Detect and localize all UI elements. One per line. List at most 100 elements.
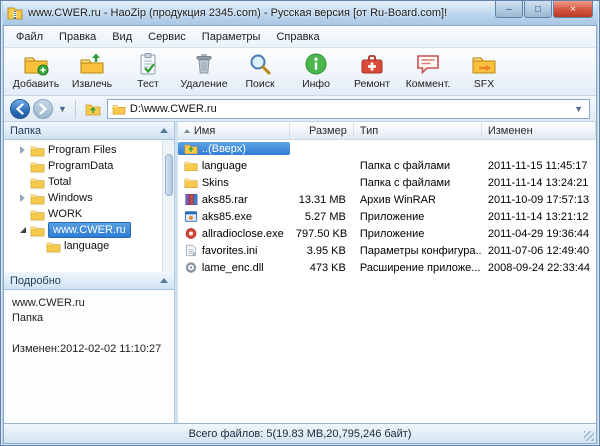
file-modified: 2011-04-29 19:36:44: [482, 228, 596, 240]
search-button[interactable]: Поиск: [232, 50, 288, 94]
address-dropdown-icon[interactable]: ▼: [572, 104, 585, 114]
maximize-button[interactable]: □: [524, 1, 552, 18]
file-row-aks85-rar[interactable]: aks85.rar 13.31 MB Архив WinRAR 2011-10-…: [178, 191, 596, 208]
file-row-up[interactable]: ..(Вверх): [178, 140, 596, 157]
file-row-lame-enc-dll[interactable]: lame_enc.dll 473 KB Расширение приложе..…: [178, 259, 596, 276]
tree-item-total[interactable]: Total: [4, 174, 162, 190]
back-button[interactable]: [10, 99, 30, 119]
collapse-panel-icon[interactable]: [160, 278, 168, 283]
folder-icon: [30, 208, 45, 221]
file-type: Расширение приложе...: [354, 262, 482, 274]
up-one-level-button[interactable]: [82, 99, 104, 119]
tree-item-label: Windows: [48, 192, 93, 204]
folder-icon: [184, 159, 198, 172]
title-bar[interactable]: www.CWER.ru - HaoZip (продукция 2345.com…: [3, 1, 597, 25]
comment-icon: [415, 51, 441, 77]
address-path[interactable]: D:\www.CWER.ru: [130, 103, 568, 115]
tree-scrollbar-thumb[interactable]: [165, 154, 173, 196]
sort-ascending-icon: [184, 129, 190, 133]
application-icon: [184, 210, 198, 223]
menu-view[interactable]: Вид: [104, 28, 140, 46]
add-button[interactable]: Добавить: [8, 50, 64, 94]
add-button-label: Добавить: [13, 78, 59, 90]
status-bar: Всего файлов: 5(19.83 MB,20,795,246 байт…: [4, 423, 596, 443]
tree-item-program-files[interactable]: Program Files: [4, 142, 162, 158]
add-archive-icon: [23, 51, 49, 77]
sfx-icon: [471, 51, 497, 77]
details-name: www.CWER.ru: [12, 296, 166, 311]
tree-item-cwer[interactable]: www.CWER.ru: [4, 222, 162, 238]
test-button[interactable]: Тест: [120, 50, 176, 94]
folder-up-icon: [184, 142, 198, 155]
menu-options[interactable]: Параметры: [194, 28, 269, 46]
close-button[interactable]: ×: [553, 1, 593, 18]
forward-arrow-icon: [37, 103, 49, 115]
file-type: Приложение: [354, 228, 482, 240]
minimize-button[interactable]: –: [495, 1, 523, 18]
window-frame: Файл Правка Вид Сервис Параметры Справка…: [3, 25, 597, 444]
column-header-type[interactable]: Тип: [354, 122, 482, 139]
ini-file-icon: [184, 244, 198, 257]
file-modified: 2011-11-14 13:21:12: [482, 211, 596, 223]
comment-button[interactable]: Коммент.: [400, 50, 456, 94]
file-modified: 2011-11-15 11:45:17: [482, 160, 596, 172]
file-type: Папка с файлами: [354, 160, 482, 172]
menu-file[interactable]: Файл: [8, 28, 51, 46]
file-row-allradioclose[interactable]: allradioclose.exe 797.50 KB Приложение 2…: [178, 225, 596, 242]
tree-item-language[interactable]: language: [4, 238, 162, 254]
file-size: 473 KB: [290, 262, 354, 274]
tree-item-programdata[interactable]: ProgramData: [4, 158, 162, 174]
folder-icon: [112, 103, 126, 115]
file-list-header: Имя Размер Тип Изменен: [178, 122, 596, 140]
expand-icon[interactable]: [18, 146, 27, 154]
delete-button[interactable]: Удаление: [176, 50, 232, 94]
file-modified: 2011-11-14 13:24:21: [482, 177, 596, 189]
repair-button[interactable]: Ремонт: [344, 50, 400, 94]
file-row-favorites-ini[interactable]: favorites.ini 3.95 KB Параметры конфигур…: [178, 242, 596, 259]
menu-tools[interactable]: Сервис: [140, 28, 194, 46]
folder-tree: Program Files ProgramData Total: [4, 140, 162, 272]
collapse-panel-icon[interactable]: [160, 128, 168, 133]
tree-item-windows[interactable]: Windows: [4, 190, 162, 206]
column-label: Имя: [194, 125, 215, 137]
extract-button[interactable]: Извлечь: [64, 50, 120, 94]
expand-icon[interactable]: [18, 194, 27, 202]
tree-scrollbar[interactable]: [162, 140, 174, 272]
details-panel-header[interactable]: Подробно: [4, 272, 174, 290]
column-header-modified[interactable]: Изменен: [482, 122, 596, 139]
folder-icon: [30, 144, 45, 157]
file-modified: 2008-09-24 22:33:44: [482, 262, 596, 274]
menu-help[interactable]: Справка: [268, 28, 327, 46]
file-row-language[interactable]: language Папка с файлами 2011-11-15 11:4…: [178, 157, 596, 174]
history-dropdown-icon[interactable]: ▼: [56, 104, 69, 114]
extract-button-label: Извлечь: [72, 78, 112, 90]
address-field[interactable]: D:\www.CWER.ru ▼: [107, 99, 590, 119]
forward-button[interactable]: [33, 99, 53, 119]
resize-grip-icon[interactable]: [584, 431, 594, 441]
tree-item-work[interactable]: WORK: [4, 206, 162, 222]
collapse-icon[interactable]: [18, 227, 27, 233]
file-row-aks85-exe[interactable]: aks85.exe 5.27 MB Приложение 2011-11-14 …: [178, 208, 596, 225]
separator: [75, 100, 76, 118]
open-folder-icon: [30, 224, 45, 237]
details-modified: Изменен:2012-02-02 11:10:27: [12, 342, 166, 357]
repair-button-label: Ремонт: [354, 78, 390, 90]
info-button[interactable]: Инфо: [288, 50, 344, 94]
details-panel: www.CWER.ru Папка Изменен:2012-02-02 11:…: [4, 290, 174, 423]
file-name: allradioclose.exe: [202, 228, 284, 240]
column-header-name[interactable]: Имя: [178, 122, 290, 139]
menu-edit[interactable]: Правка: [51, 28, 104, 46]
folder-panel-header[interactable]: Папка: [4, 122, 174, 140]
file-row-skins[interactable]: Skins Папка с файлами 2011-11-14 13:24:2…: [178, 174, 596, 191]
dll-file-icon: [184, 261, 198, 274]
search-button-label: Поиск: [245, 78, 274, 90]
search-icon: [247, 51, 273, 77]
sfx-button[interactable]: SFX: [456, 50, 512, 94]
file-size: 5.27 MB: [290, 211, 354, 223]
comment-button-label: Коммент.: [406, 78, 451, 90]
tree-item-label: Program Files: [48, 144, 116, 156]
tree-item-label: language: [64, 240, 109, 252]
folder-up-icon: [85, 102, 101, 116]
rar-archive-icon: [184, 193, 198, 206]
column-header-size[interactable]: Размер: [290, 122, 354, 139]
